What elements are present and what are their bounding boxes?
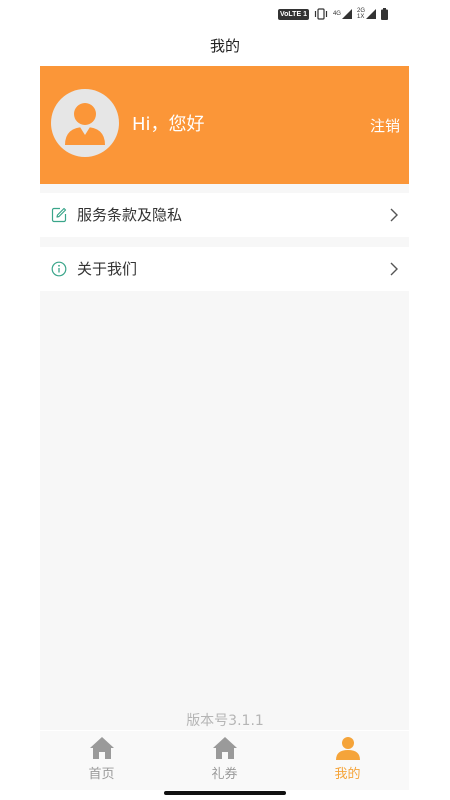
greeting-text: Hi，您好 <box>132 114 205 135</box>
tab-mine[interactable]: 我的 <box>286 731 409 790</box>
chevron-right-icon <box>389 207 399 223</box>
version-label: 版本号3.1.1 <box>186 713 264 729</box>
network-type-1: 4G <box>332 11 341 17</box>
network-type-2-bottom: 1X <box>356 14 365 20</box>
page-title: 我的 <box>209 37 240 55</box>
signal-bars-icon <box>341 9 352 19</box>
tab-label: 首页 <box>88 767 115 782</box>
user-avatar-icon[interactable] <box>51 89 119 157</box>
tab-bar: 首页 礼券 我的 <box>40 731 409 790</box>
user-icon <box>335 735 361 761</box>
profile-card: Hi，您好 注销 <box>40 66 409 184</box>
status-bar: VoLTE 1 4G 2G 1X <box>0 0 450 28</box>
volte-badge: VoLTE 1 <box>278 8 309 20</box>
menu-item-label: 服务条款及隐私 <box>77 206 183 224</box>
home-icon <box>212 735 238 761</box>
vibrate-icon <box>314 5 328 24</box>
signal-2: 2G 1X <box>357 8 376 20</box>
menu-item-terms[interactable]: 服务条款及隐私 <box>40 193 409 237</box>
info-icon <box>51 261 67 277</box>
tab-label: 我的 <box>334 767 361 782</box>
menu-item-about[interactable]: 关于我们 <box>40 247 409 291</box>
tab-label: 礼券 <box>211 767 238 782</box>
signal-1: 4G <box>333 9 352 19</box>
battery-icon <box>381 5 388 24</box>
status-icons: VoLTE 1 4G 2G 1X <box>278 6 388 22</box>
edit-icon <box>51 207 67 223</box>
logout-button[interactable]: 注销 <box>370 116 400 136</box>
home-icon <box>89 735 115 761</box>
home-indicator[interactable] <box>164 791 286 795</box>
tab-home[interactable]: 首页 <box>40 731 163 790</box>
signal-bars-icon <box>366 9 376 19</box>
menu-item-label: 关于我们 <box>77 260 138 278</box>
tab-coupons[interactable]: 礼券 <box>163 731 286 790</box>
network-type-2: 2G 1X <box>357 8 365 20</box>
chevron-right-icon <box>389 261 399 277</box>
